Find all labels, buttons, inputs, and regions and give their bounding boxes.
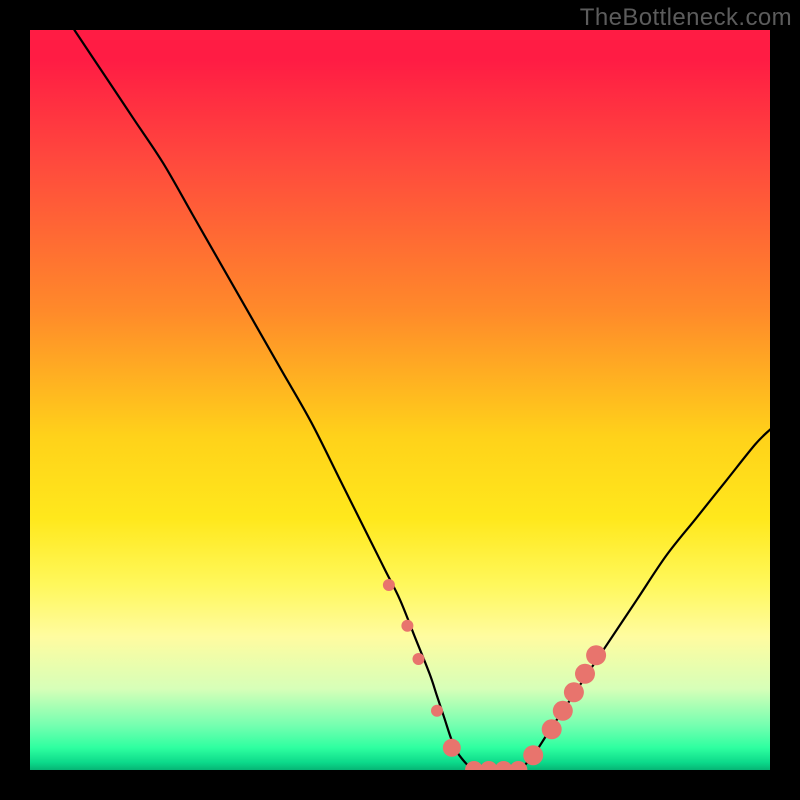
curve-marker bbox=[443, 739, 461, 757]
curve-marker bbox=[575, 664, 595, 684]
plot-area bbox=[30, 30, 770, 770]
marker-group bbox=[383, 579, 606, 770]
curve-marker bbox=[542, 719, 562, 739]
curve-marker bbox=[383, 579, 395, 591]
curve-marker bbox=[431, 705, 443, 717]
curve-svg bbox=[30, 30, 770, 770]
curve-marker bbox=[553, 701, 573, 721]
curve-marker bbox=[401, 620, 413, 632]
curve-marker bbox=[523, 745, 543, 765]
curve-marker bbox=[509, 761, 527, 770]
chart-frame: TheBottleneck.com bbox=[0, 0, 800, 800]
watermark-text: TheBottleneck.com bbox=[580, 4, 792, 32]
curve-marker bbox=[413, 653, 425, 665]
curve-marker bbox=[586, 645, 606, 665]
curve-marker bbox=[564, 682, 584, 702]
